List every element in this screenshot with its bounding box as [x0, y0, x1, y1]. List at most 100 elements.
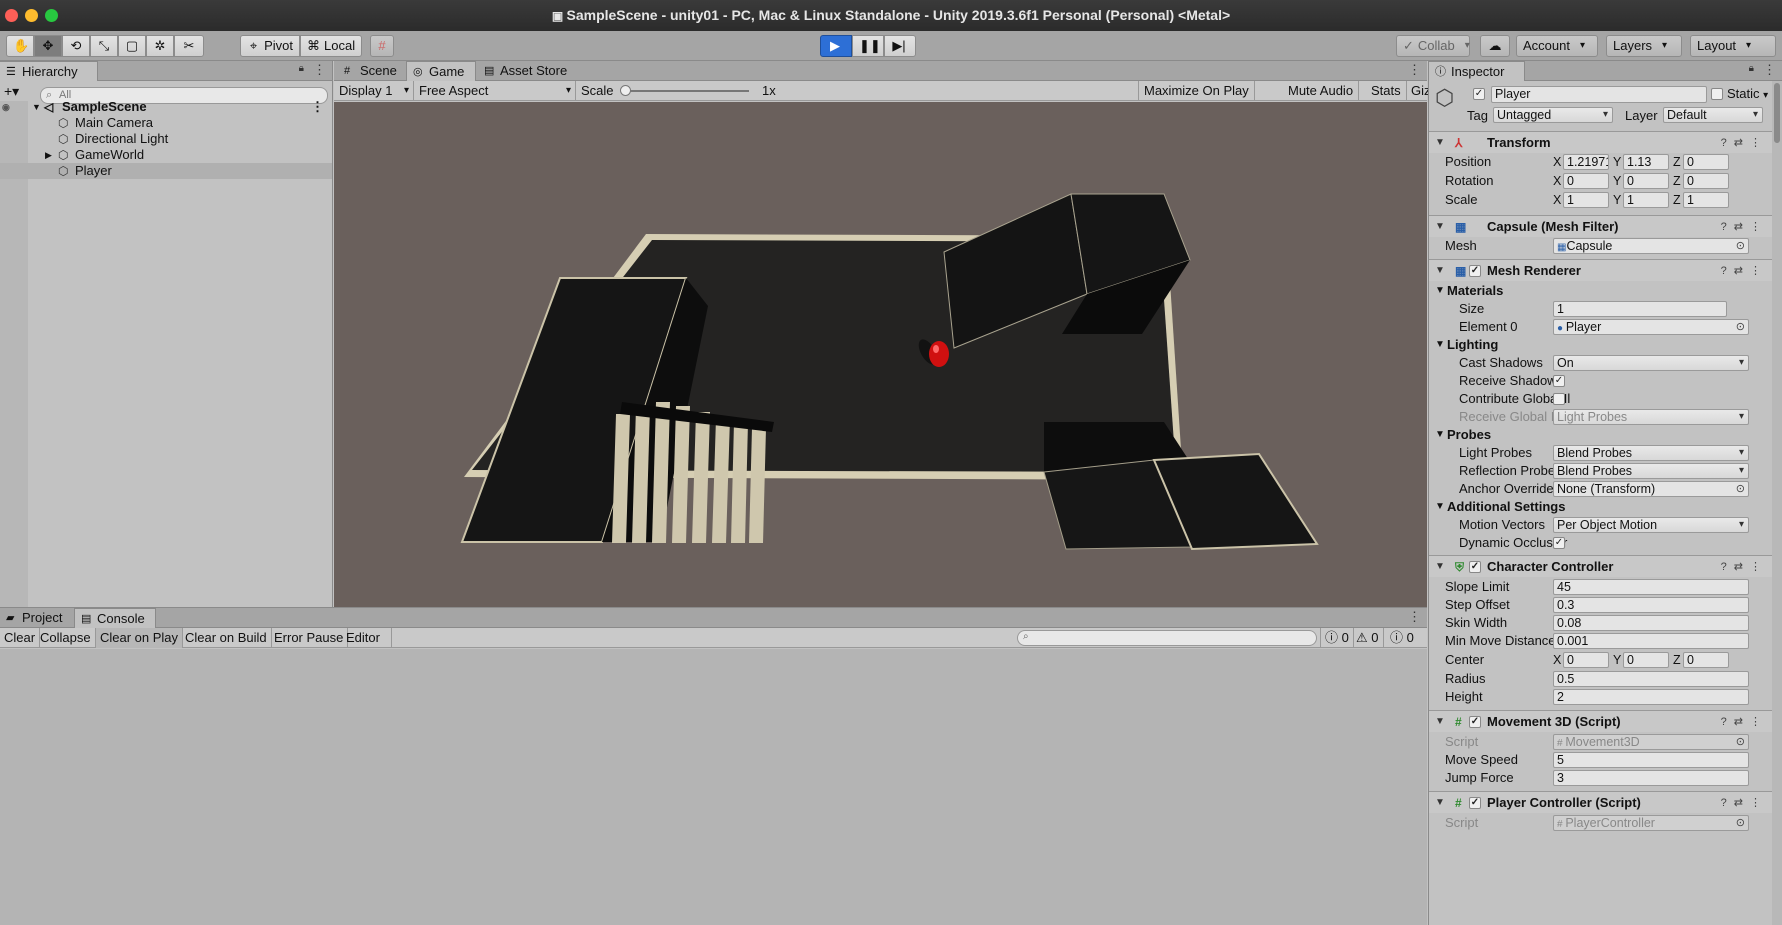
dynamic-occlusion-checkbox[interactable]: ✓ — [1553, 537, 1565, 549]
transform-tool-button[interactable]: ✲ — [146, 35, 174, 57]
scale-slider-track[interactable] — [624, 90, 749, 92]
cast-shadows-dropdown[interactable]: On — [1553, 355, 1749, 371]
console-search-input[interactable]: ⌕ — [1017, 630, 1317, 646]
center-z-field[interactable]: 0 — [1683, 652, 1729, 668]
hierarchy-item-main-camera[interactable]: ⬡ Main Camera — [0, 115, 332, 131]
local-toggle[interactable]: ⌘ Local — [300, 35, 362, 57]
console-log-area[interactable] — [0, 649, 1427, 925]
static-checkbox[interactable] — [1711, 88, 1723, 100]
skin-width-field[interactable]: 0.08 — [1553, 615, 1749, 631]
layout-dropdown[interactable]: Layout — [1690, 35, 1776, 57]
tag-dropdown[interactable]: Untagged — [1493, 107, 1613, 123]
jump-force-field[interactable]: 3 — [1553, 770, 1749, 786]
clear-on-build-toggle[interactable]: Clear on Build — [181, 628, 272, 648]
close-window-button[interactable] — [5, 9, 18, 22]
scale-tool-button[interactable]: ⤡ — [90, 35, 118, 57]
radius-field[interactable]: 0.5 — [1553, 671, 1749, 687]
kebab-menu-icon[interactable]: ⋮ — [1408, 62, 1421, 78]
custom-tool-button[interactable]: ✂ — [174, 35, 204, 57]
hierarchy-item-player[interactable]: ⬡ Player — [0, 163, 332, 179]
enabled-checkbox[interactable]: ✓ — [1469, 716, 1481, 728]
component-buttons[interactable]: ?⇄⋮ — [1721, 711, 1768, 733]
materials-section[interactable]: ▼ Materials — [1429, 282, 1772, 300]
center-x-field[interactable]: 0 — [1563, 652, 1609, 668]
clear-on-play-toggle[interactable]: Clear on Play — [96, 628, 184, 648]
editor-dropdown[interactable]: Editor ▾ — [342, 628, 392, 667]
player-controller-header[interactable]: ▼ # ✓ Player Controller (Script) ?⇄⋮ — [1429, 791, 1772, 813]
active-checkbox[interactable]: ✓ — [1473, 88, 1485, 100]
element0-object-field[interactable]: ● Player — [1553, 319, 1749, 335]
kebab-menu-icon[interactable]: ⋮ — [1408, 609, 1421, 625]
mesh-renderer-header[interactable]: ▼ ▦ ✓ Mesh Renderer ?⇄⋮ — [1429, 259, 1772, 281]
hand-tool-button[interactable]: ✋ — [6, 35, 34, 57]
light-probes-dropdown[interactable]: Blend Probes — [1553, 445, 1749, 461]
error-pause-toggle[interactable]: Error Pause — [270, 628, 349, 648]
collapse-toggle[interactable]: Collapse — [36, 628, 96, 648]
height-field[interactable]: 2 — [1553, 689, 1749, 705]
rotation-z-field[interactable]: 0 — [1683, 173, 1729, 189]
component-buttons[interactable]: ?⇄⋮ — [1721, 216, 1768, 238]
pause-button[interactable]: ❚❚ — [852, 35, 884, 57]
component-buttons[interactable]: ?⇄⋮ — [1721, 792, 1768, 814]
tab-scene[interactable]: # Scene — [338, 61, 406, 81]
create-button[interactable]: +▾ — [4, 83, 19, 100]
move-tool-button[interactable]: ✥ — [34, 35, 62, 57]
maximize-on-play-toggle[interactable]: Maximize On Play — [1138, 81, 1255, 101]
rotation-y-field[interactable]: 0 — [1623, 173, 1669, 189]
kebab-menu-icon[interactable]: ⋮ — [1763, 62, 1776, 78]
warning-count-toggle[interactable]: ⚠ 0 — [1352, 628, 1384, 648]
lock-icon[interactable]: 🔒︎ — [1749, 63, 1754, 74]
error-count-toggle[interactable]: ⓘ 0 — [1386, 628, 1418, 648]
lock-icon[interactable]: 🔒︎ — [299, 63, 304, 74]
tab-inspector[interactable]: ⓘ Inspector — [1429, 61, 1525, 81]
info-count-toggle[interactable]: ⓘ 0 — [1320, 628, 1354, 648]
play-button[interactable]: ▶ — [820, 35, 852, 57]
mesh-filter-header[interactable]: ▼ ▦ Capsule (Mesh Filter) ?⇄⋮ — [1429, 215, 1772, 237]
rotation-x-field[interactable]: 0 — [1563, 173, 1609, 189]
scale-x-field[interactable]: 1 — [1563, 192, 1609, 208]
hierarchy-item-directional-light[interactable]: ⬡ Directional Light — [0, 131, 332, 147]
snap-button[interactable]: # — [370, 35, 394, 57]
clear-button[interactable]: Clear — [0, 628, 41, 648]
tab-project[interactable]: ▰ Project — [0, 608, 72, 628]
eye-icon[interactable]: ◉ — [2, 99, 10, 115]
size-field[interactable]: 1 — [1553, 301, 1727, 317]
movement3d-header[interactable]: ▼ # ✓ Movement 3D (Script) ?⇄⋮ — [1429, 710, 1772, 732]
anchor-override-field[interactable]: None (Transform) — [1553, 481, 1749, 497]
position-y-field[interactable]: 1.13 — [1623, 154, 1669, 170]
layer-dropdown[interactable]: Default — [1663, 107, 1763, 123]
kebab-menu-icon[interactable]: ⋮ — [313, 62, 326, 78]
component-buttons[interactable]: ?⇄⋮ — [1721, 132, 1768, 154]
hierarchy-item-gameworld[interactable]: ▶ ⬡ GameWorld — [0, 147, 332, 163]
step-offset-field[interactable]: 0.3 — [1553, 597, 1749, 613]
scene-menu-icon[interactable]: ⋮ — [311, 99, 324, 115]
position-z-field[interactable]: 0 — [1683, 154, 1729, 170]
move-speed-field[interactable]: 5 — [1553, 752, 1749, 768]
slope-limit-field[interactable]: 45 — [1553, 579, 1749, 595]
receive-shadows-checkbox[interactable]: ✓ — [1553, 375, 1565, 387]
scale-z-field[interactable]: 1 — [1683, 192, 1729, 208]
contribute-gi-checkbox[interactable] — [1553, 393, 1565, 405]
maximize-window-button[interactable] — [45, 9, 58, 22]
expand-arrow-icon[interactable]: ▶ — [45, 147, 52, 163]
tab-asset-store[interactable]: ▤ Asset Store — [478, 61, 578, 81]
game-viewport[interactable] — [334, 102, 1427, 607]
min-move-distance-field[interactable]: 0.001 — [1553, 633, 1749, 649]
object-name-field[interactable]: Player — [1491, 86, 1707, 103]
tab-game[interactable]: ◎ Game — [406, 61, 476, 81]
pivot-toggle[interactable]: ⌖ Pivot — [240, 35, 300, 57]
tab-hierarchy[interactable]: ☰ Hierarchy — [0, 61, 98, 81]
mute-audio-toggle[interactable]: Mute Audio — [1283, 81, 1360, 101]
enabled-checkbox[interactable]: ✓ — [1469, 797, 1481, 809]
transform-header[interactable]: ▼ ⅄ Transform ?⇄⋮ — [1429, 131, 1772, 153]
expand-arrow-icon[interactable]: ▼ — [32, 99, 41, 115]
scale-y-field[interactable]: 1 — [1623, 192, 1669, 208]
account-dropdown[interactable]: Account — [1516, 35, 1598, 57]
component-buttons[interactable]: ?⇄⋮ — [1721, 260, 1768, 282]
motion-vectors-dropdown[interactable]: Per Object Motion — [1553, 517, 1749, 533]
lighting-section[interactable]: ▼ Lighting — [1429, 336, 1772, 354]
center-y-field[interactable]: 0 — [1623, 652, 1669, 668]
inspector-scrollbar[interactable] — [1772, 81, 1782, 925]
component-buttons[interactable]: ?⇄⋮ — [1721, 556, 1768, 578]
probes-section[interactable]: ▼ Probes — [1429, 426, 1772, 444]
